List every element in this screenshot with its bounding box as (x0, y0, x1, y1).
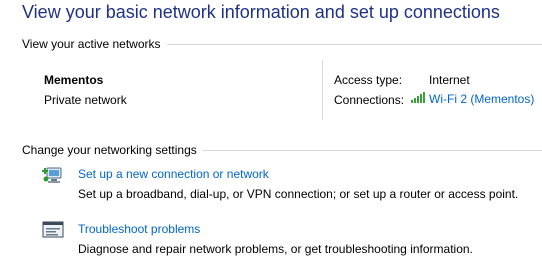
page-title: View your basic network information and … (22, 2, 500, 22)
active-networks-header: View your active networks (22, 37, 542, 51)
access-type-value: Internet (429, 73, 470, 87)
vertical-divider (322, 60, 323, 120)
wifi-connection-link[interactable]: Wi-Fi 2 (Mementos) (411, 91, 534, 106)
section-divider (166, 43, 542, 45)
setup-new-connection-link[interactable]: Set up a new connection or network (78, 167, 269, 181)
access-type-label: Access type: (334, 73, 403, 87)
new-connection-icon (42, 166, 64, 189)
section-divider (202, 149, 542, 151)
connections-label: Connections: (334, 93, 405, 107)
change-settings-header: Change your networking settings (22, 143, 542, 157)
setup-new-connection-description: Set up a broadband, dial-up, or VPN conn… (78, 187, 519, 201)
wifi-connection-label: Wi-Fi 2 (Mementos) (429, 91, 535, 106)
change-settings-header-label: Change your networking settings (22, 143, 197, 157)
network-sharing-center: View your basic network information and … (0, 0, 542, 279)
troubleshoot-problems-link[interactable]: Troubleshoot problems (78, 222, 200, 236)
network-name: Mementos (44, 73, 104, 87)
active-networks-header-label: View your active networks (22, 37, 161, 51)
network-type: Private network (44, 93, 127, 107)
wifi-signal-icon (411, 91, 429, 106)
troubleshoot-problems-description: Diagnose and repair network problems, or… (78, 242, 473, 256)
troubleshoot-icon (42, 221, 64, 244)
